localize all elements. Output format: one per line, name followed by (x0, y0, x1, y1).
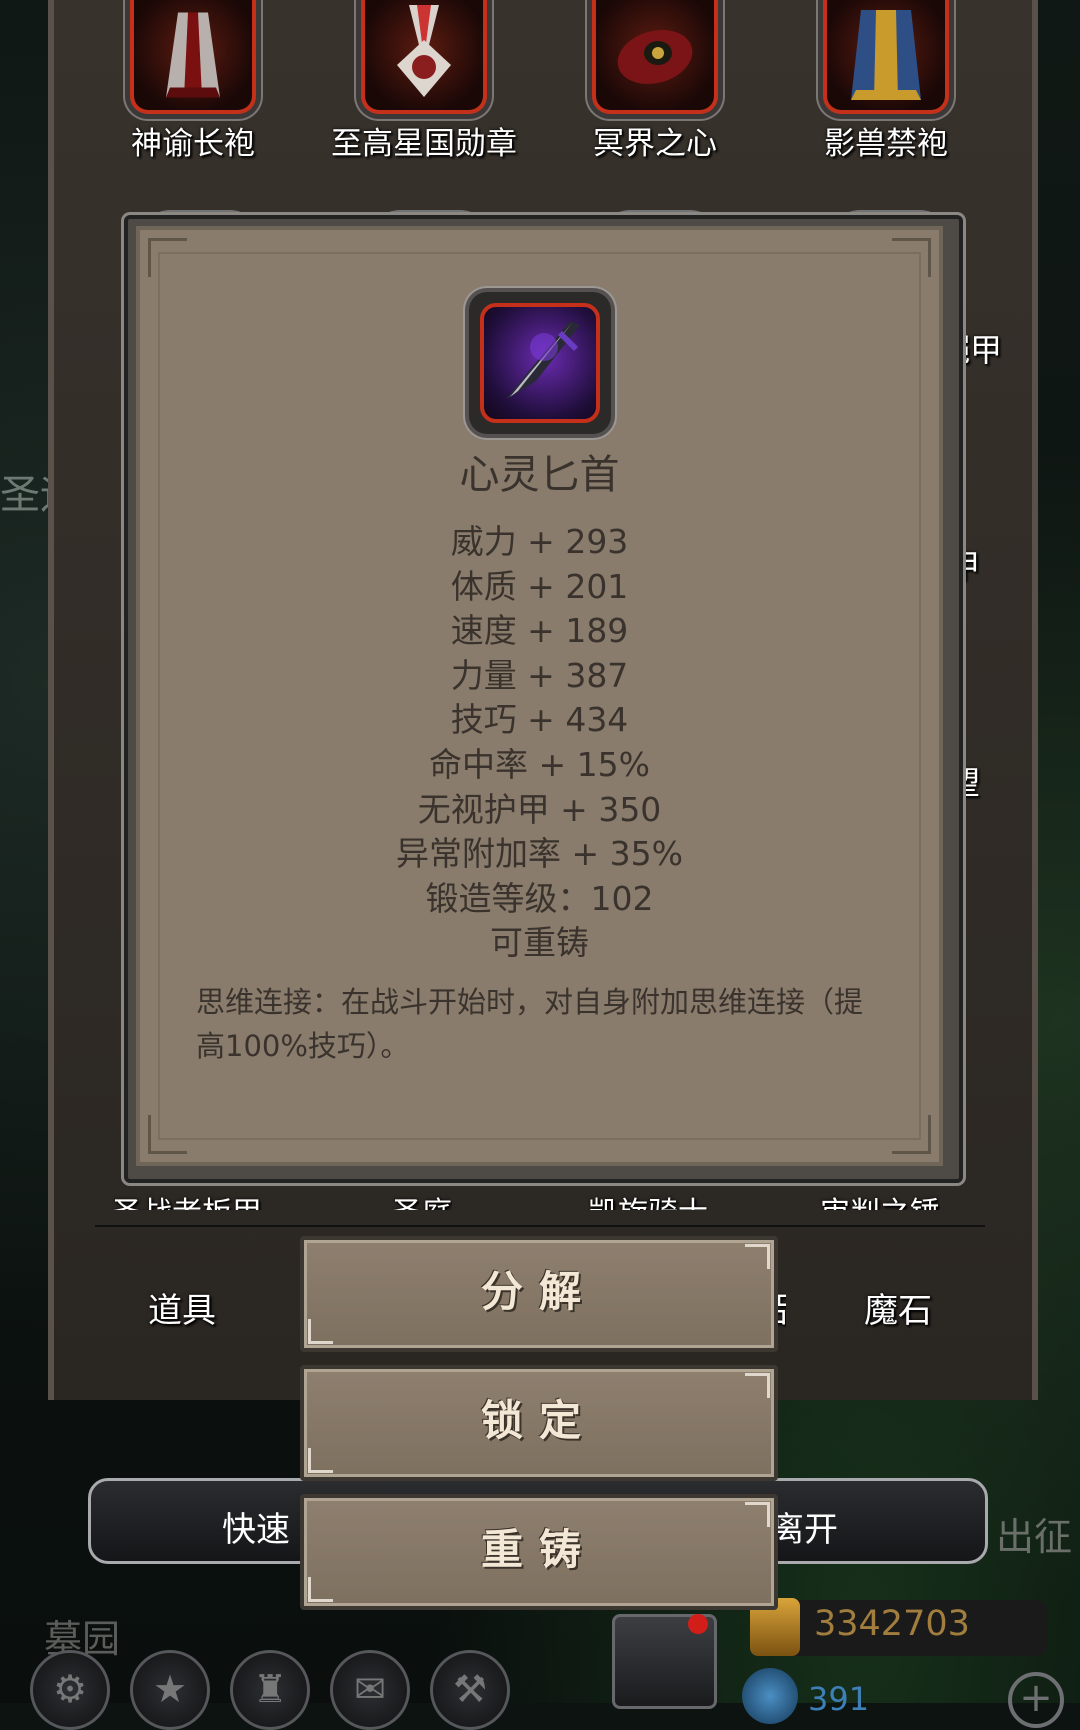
stat-line: 力量 + 387 (450, 655, 629, 695)
heart-gem-icon (592, 0, 718, 114)
notification-dot (688, 1614, 708, 1634)
mail-icon[interactable]: ✉ (330, 1650, 410, 1730)
decompose-button[interactable]: 分解 (300, 1236, 778, 1352)
sortie-button[interactable]: 出征 (996, 1506, 1072, 1561)
item-slot-cloak[interactable]: 影兽禁袍 (786, 0, 986, 163)
gem-icon (742, 1668, 798, 1724)
item-label-partial: 凯旋骑士 (588, 1188, 708, 1210)
stat-line: 命中率 + 15% (429, 744, 650, 784)
settings-icon[interactable]: ⚙ (30, 1650, 110, 1730)
lock-label: 锁定 (480, 1396, 597, 1445)
item-label: 冥界之心 (593, 126, 717, 162)
cloak-icon (823, 0, 949, 114)
castle-icon[interactable]: ♜ (230, 1650, 310, 1730)
decompose-label: 分解 (480, 1267, 597, 1316)
medal-icon (361, 0, 487, 114)
item-label: 神谕长袍 (131, 126, 255, 162)
item-label: 影兽禁袍 (824, 126, 948, 162)
reforge-button[interactable]: 重铸 (300, 1494, 778, 1610)
item-slot-heart[interactable]: 冥界之心 (555, 0, 755, 163)
gem-amount: 391 (808, 1680, 870, 1718)
item-stats: 威力 + 293 体质 + 201 速度 + 189 力量 + 387 技巧 +… (136, 520, 943, 966)
star-icon[interactable]: ★ (130, 1650, 210, 1730)
add-currency-button[interactable]: + (1008, 1672, 1064, 1728)
item-description: 思维连接：在战斗开始时，对自身附加思维连接（提高100%技巧）。 (196, 985, 864, 1063)
leave-button[interactable]: 离开 (770, 1502, 838, 1551)
button-corner (308, 1577, 333, 1602)
stat-line: 锻造等级：102 (425, 878, 654, 918)
quick-button[interactable]: 快速 (222, 1502, 290, 1551)
item-label-partial: 审判之锤 (820, 1188, 940, 1210)
button-corner (745, 1373, 770, 1398)
robe-icon (130, 0, 256, 114)
corner-ornament (892, 238, 931, 277)
corner-ornament (892, 1115, 931, 1154)
divider (95, 1225, 985, 1227)
stat-line: 体质 + 201 (450, 566, 629, 606)
item-icon-frame (469, 292, 611, 434)
tab-magic-stone[interactable]: 魔石 (864, 1283, 932, 1332)
tab-items[interactable]: 道具 (148, 1283, 216, 1332)
stat-line: 无视护甲 + 350 (417, 789, 662, 829)
button-corner (308, 1448, 333, 1473)
dagger-icon (480, 303, 600, 423)
item-slot-robe[interactable]: 神谕长袍 (93, 0, 293, 163)
button-corner (308, 1319, 333, 1344)
reforge-label: 重铸 (480, 1525, 597, 1574)
button-corner (745, 1244, 770, 1269)
stat-line: 速度 + 189 (450, 611, 629, 651)
lock-button[interactable]: 锁定 (300, 1365, 778, 1481)
item-name: 心灵匕首 (459, 452, 620, 498)
item-label: 至高星国勋章 (331, 126, 517, 162)
button-corner (745, 1502, 770, 1527)
stat-line: 可重铸 (490, 923, 589, 963)
hammer-icon[interactable]: ⚒ (430, 1650, 510, 1730)
gold-amount: 3342703 (814, 1604, 970, 1644)
item-label-partial: 圣庭 (392, 1188, 452, 1210)
item-label-partial: 圣战者板甲 (112, 1188, 262, 1210)
stat-line: 异常附加率 + 35% (396, 834, 683, 874)
item-slot-medal[interactable]: 至高星国勋章 (324, 0, 524, 163)
corner-ornament (148, 1115, 187, 1154)
stat-line: 技巧 + 434 (450, 700, 629, 740)
stat-line: 威力 + 293 (450, 522, 629, 561)
corner-ornament (148, 238, 187, 277)
